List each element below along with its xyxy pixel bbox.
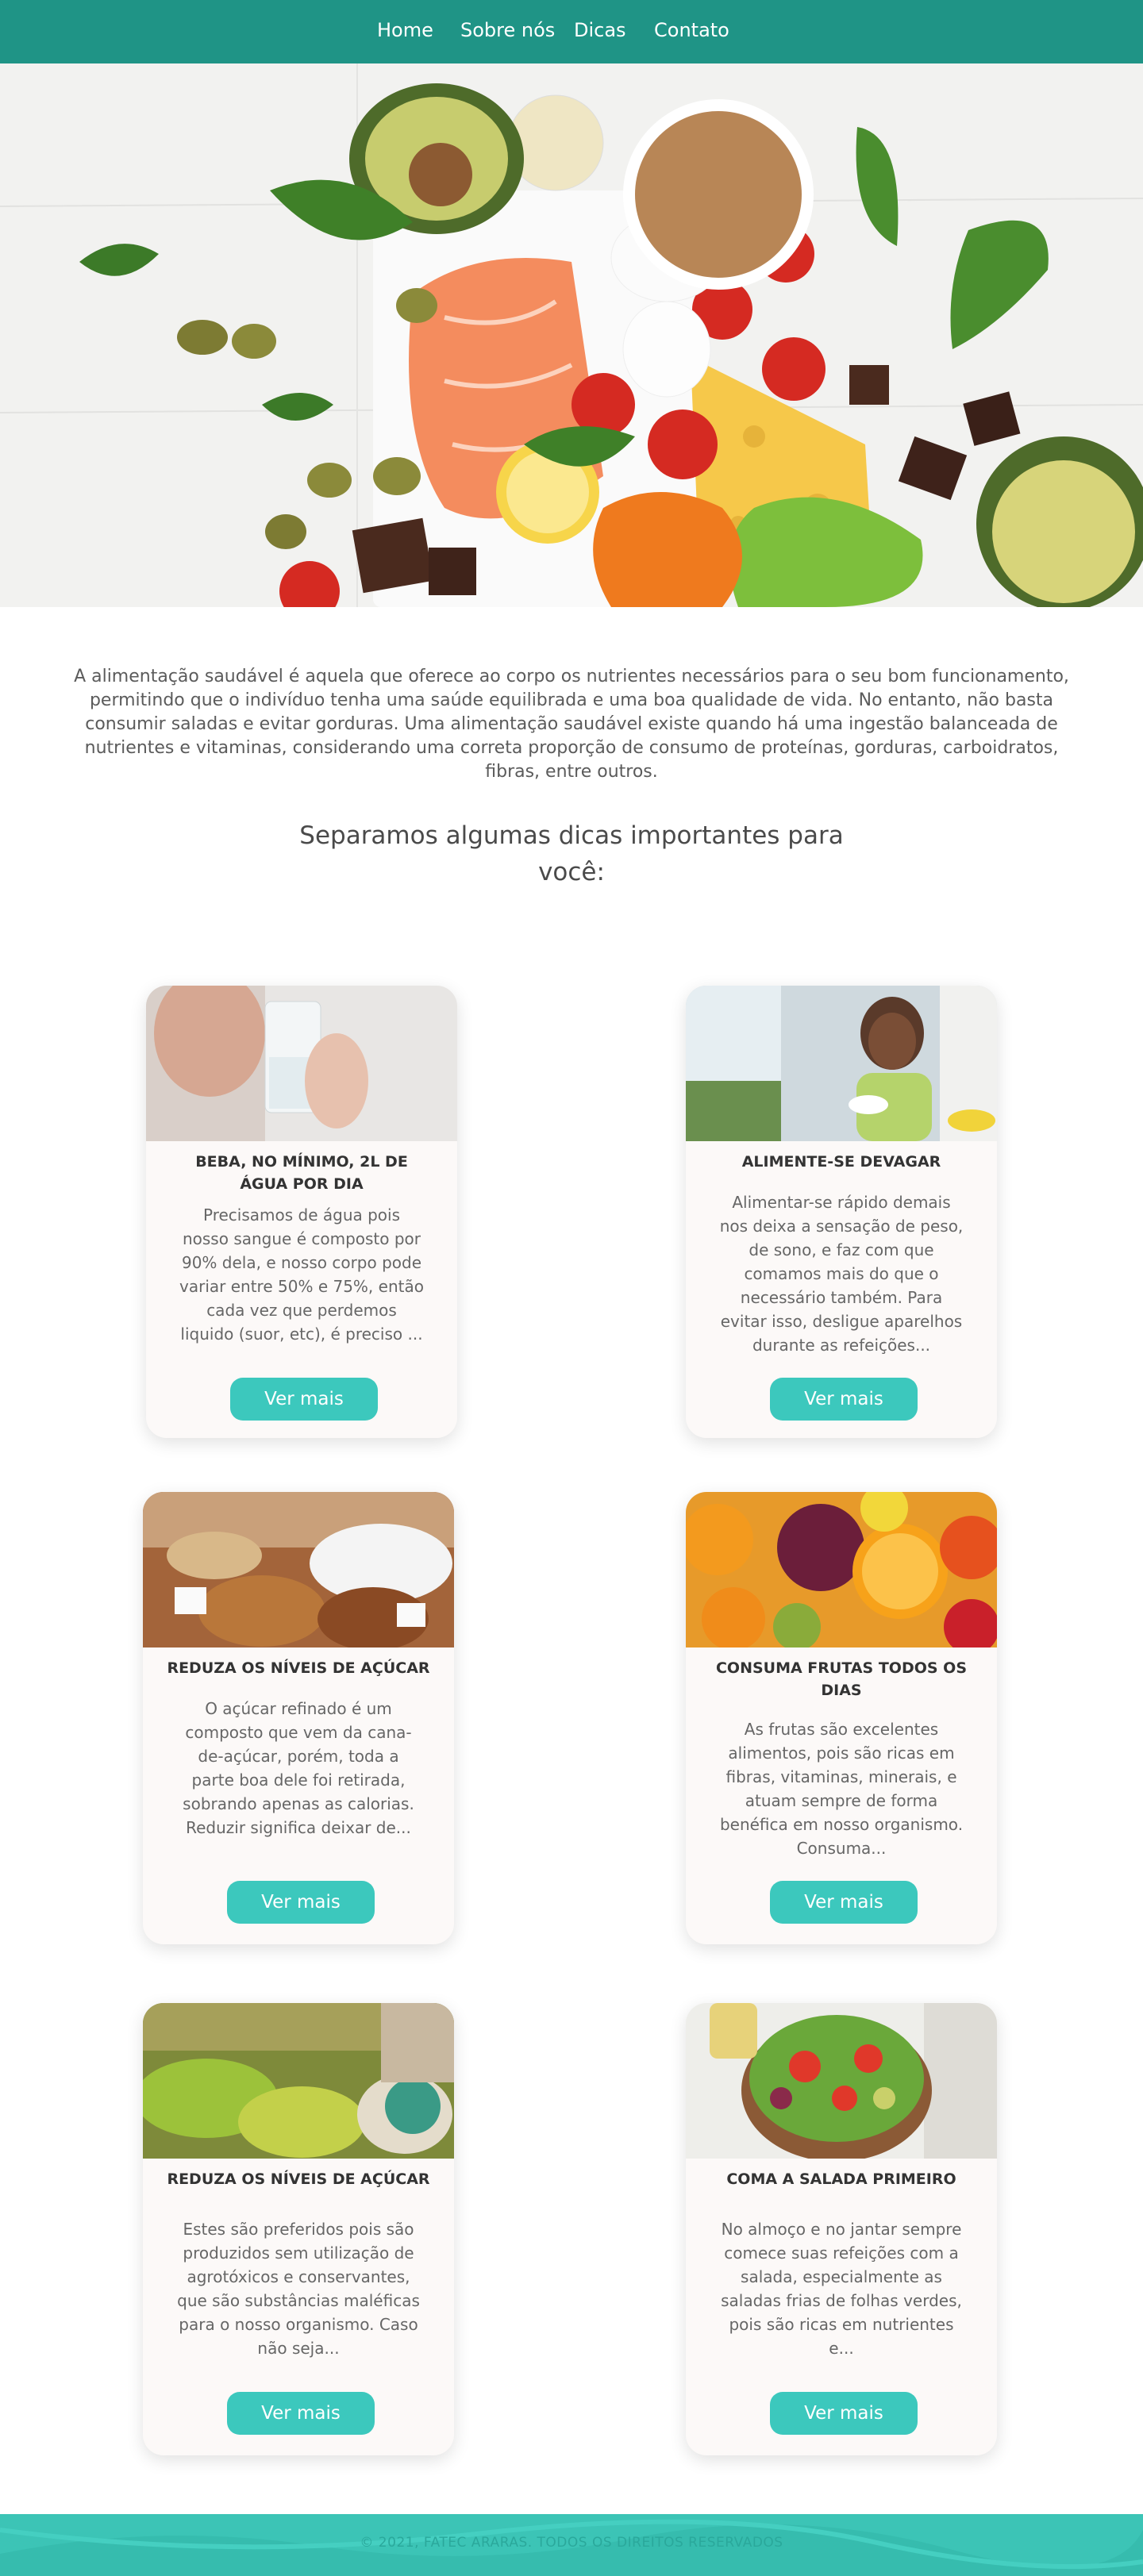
top-navbar: Home Sobre nós Dicas Contato (0, 0, 1143, 63)
nav-home[interactable]: Home (377, 19, 433, 41)
fruits-photo (686, 1492, 997, 1647)
card-title: ALIMENTE-SE DEVAGAR (741, 1153, 941, 1171)
sugar-photo (143, 1492, 454, 1647)
nav-sobre-nos[interactable]: Sobre nós (460, 19, 555, 41)
ver-mais-button[interactable]: Ver mais (770, 1378, 918, 1421)
card-title: REDUZA OS NÍVEIS DE AÇÚCAR (167, 2170, 430, 2188)
ver-mais-button[interactable]: Ver mais (770, 2392, 918, 2435)
card-text: As frutas são excelentes alimentos, pois… (719, 1720, 964, 1858)
tip-card-salad: COMA A SALADA PRIMEIRO No almoço e no ja… (686, 2003, 997, 2455)
ver-mais-button[interactable]: Ver mais (770, 1881, 918, 1924)
hero-food-illustration (0, 63, 1143, 607)
tip-card-sugar: REDUZA OS NÍVEIS DE AÇÚCAR O açúcar refi… (143, 1492, 454, 1944)
card-text: O açúcar refinado é um composto que vem … (183, 1699, 414, 1837)
ver-mais-button[interactable]: Ver mais (230, 1378, 378, 1421)
card-image-fruits (686, 1492, 997, 1647)
tips-heading: Separamos algumas dicas importantes para… (299, 821, 844, 886)
card-image-salad (686, 2003, 997, 2159)
ver-mais-button[interactable]: Ver mais (227, 1881, 375, 1924)
tip-card-organic: REDUZA OS NÍVEIS DE AÇÚCAR Estes são pre… (143, 2003, 454, 2455)
card-title: BEBA, NO MÍNIMO, 2L DE ÁGUA POR DIA (195, 1153, 408, 1193)
water-glass-photo (146, 986, 457, 1141)
ver-mais-button[interactable]: Ver mais (227, 2392, 375, 2435)
card-image-water (146, 986, 457, 1141)
woman-eating-photo (686, 986, 997, 1141)
nav-dicas[interactable]: Dicas (574, 19, 626, 41)
tip-card-eat-slowly: ALIMENTE-SE DEVAGAR Alimentar-se rápido … (686, 986, 997, 1438)
tip-card-fruits: CONSUMA FRUTAS TODOS OS DIAS As frutas s… (686, 1492, 997, 1944)
card-title: CONSUMA FRUTAS TODOS OS DIAS (715, 1659, 968, 1699)
footer: © 2021, FATEC ARARAS. TODOS OS DIREITOS … (0, 2514, 1143, 2576)
tip-card-water: BEBA, NO MÍNIMO, 2L DE ÁGUA POR DIA Prec… (146, 986, 457, 1438)
card-image-market (143, 2003, 454, 2159)
footer-copyright: © 2021, FATEC ARARAS. TODOS OS DIREITOS … (360, 2535, 783, 2551)
salad-bowl-photo (686, 2003, 997, 2159)
card-image-sugar (143, 1492, 454, 1647)
card-text: No almoço e no jantar sempre comece suas… (721, 2220, 962, 2358)
card-text: Precisamos de água pois nosso sangue é c… (179, 1205, 424, 1344)
hero-food-image (0, 63, 1143, 607)
market-vegetables-photo (143, 2003, 454, 2159)
card-image-woman-eating (686, 986, 997, 1141)
card-text: Alimentar-se rápido demais nos deixa a s… (719, 1193, 964, 1355)
card-title: COMA A SALADA PRIMEIRO (726, 2170, 956, 2188)
nav-contato[interactable]: Contato (654, 19, 729, 41)
intro-paragraph: A alimentação saudável é aquela que ofer… (74, 667, 1069, 782)
card-text: Estes são preferidos pois são produzidos… (177, 2220, 420, 2358)
card-title: REDUZA OS NÍVEIS DE AÇÚCAR (167, 1659, 430, 1677)
